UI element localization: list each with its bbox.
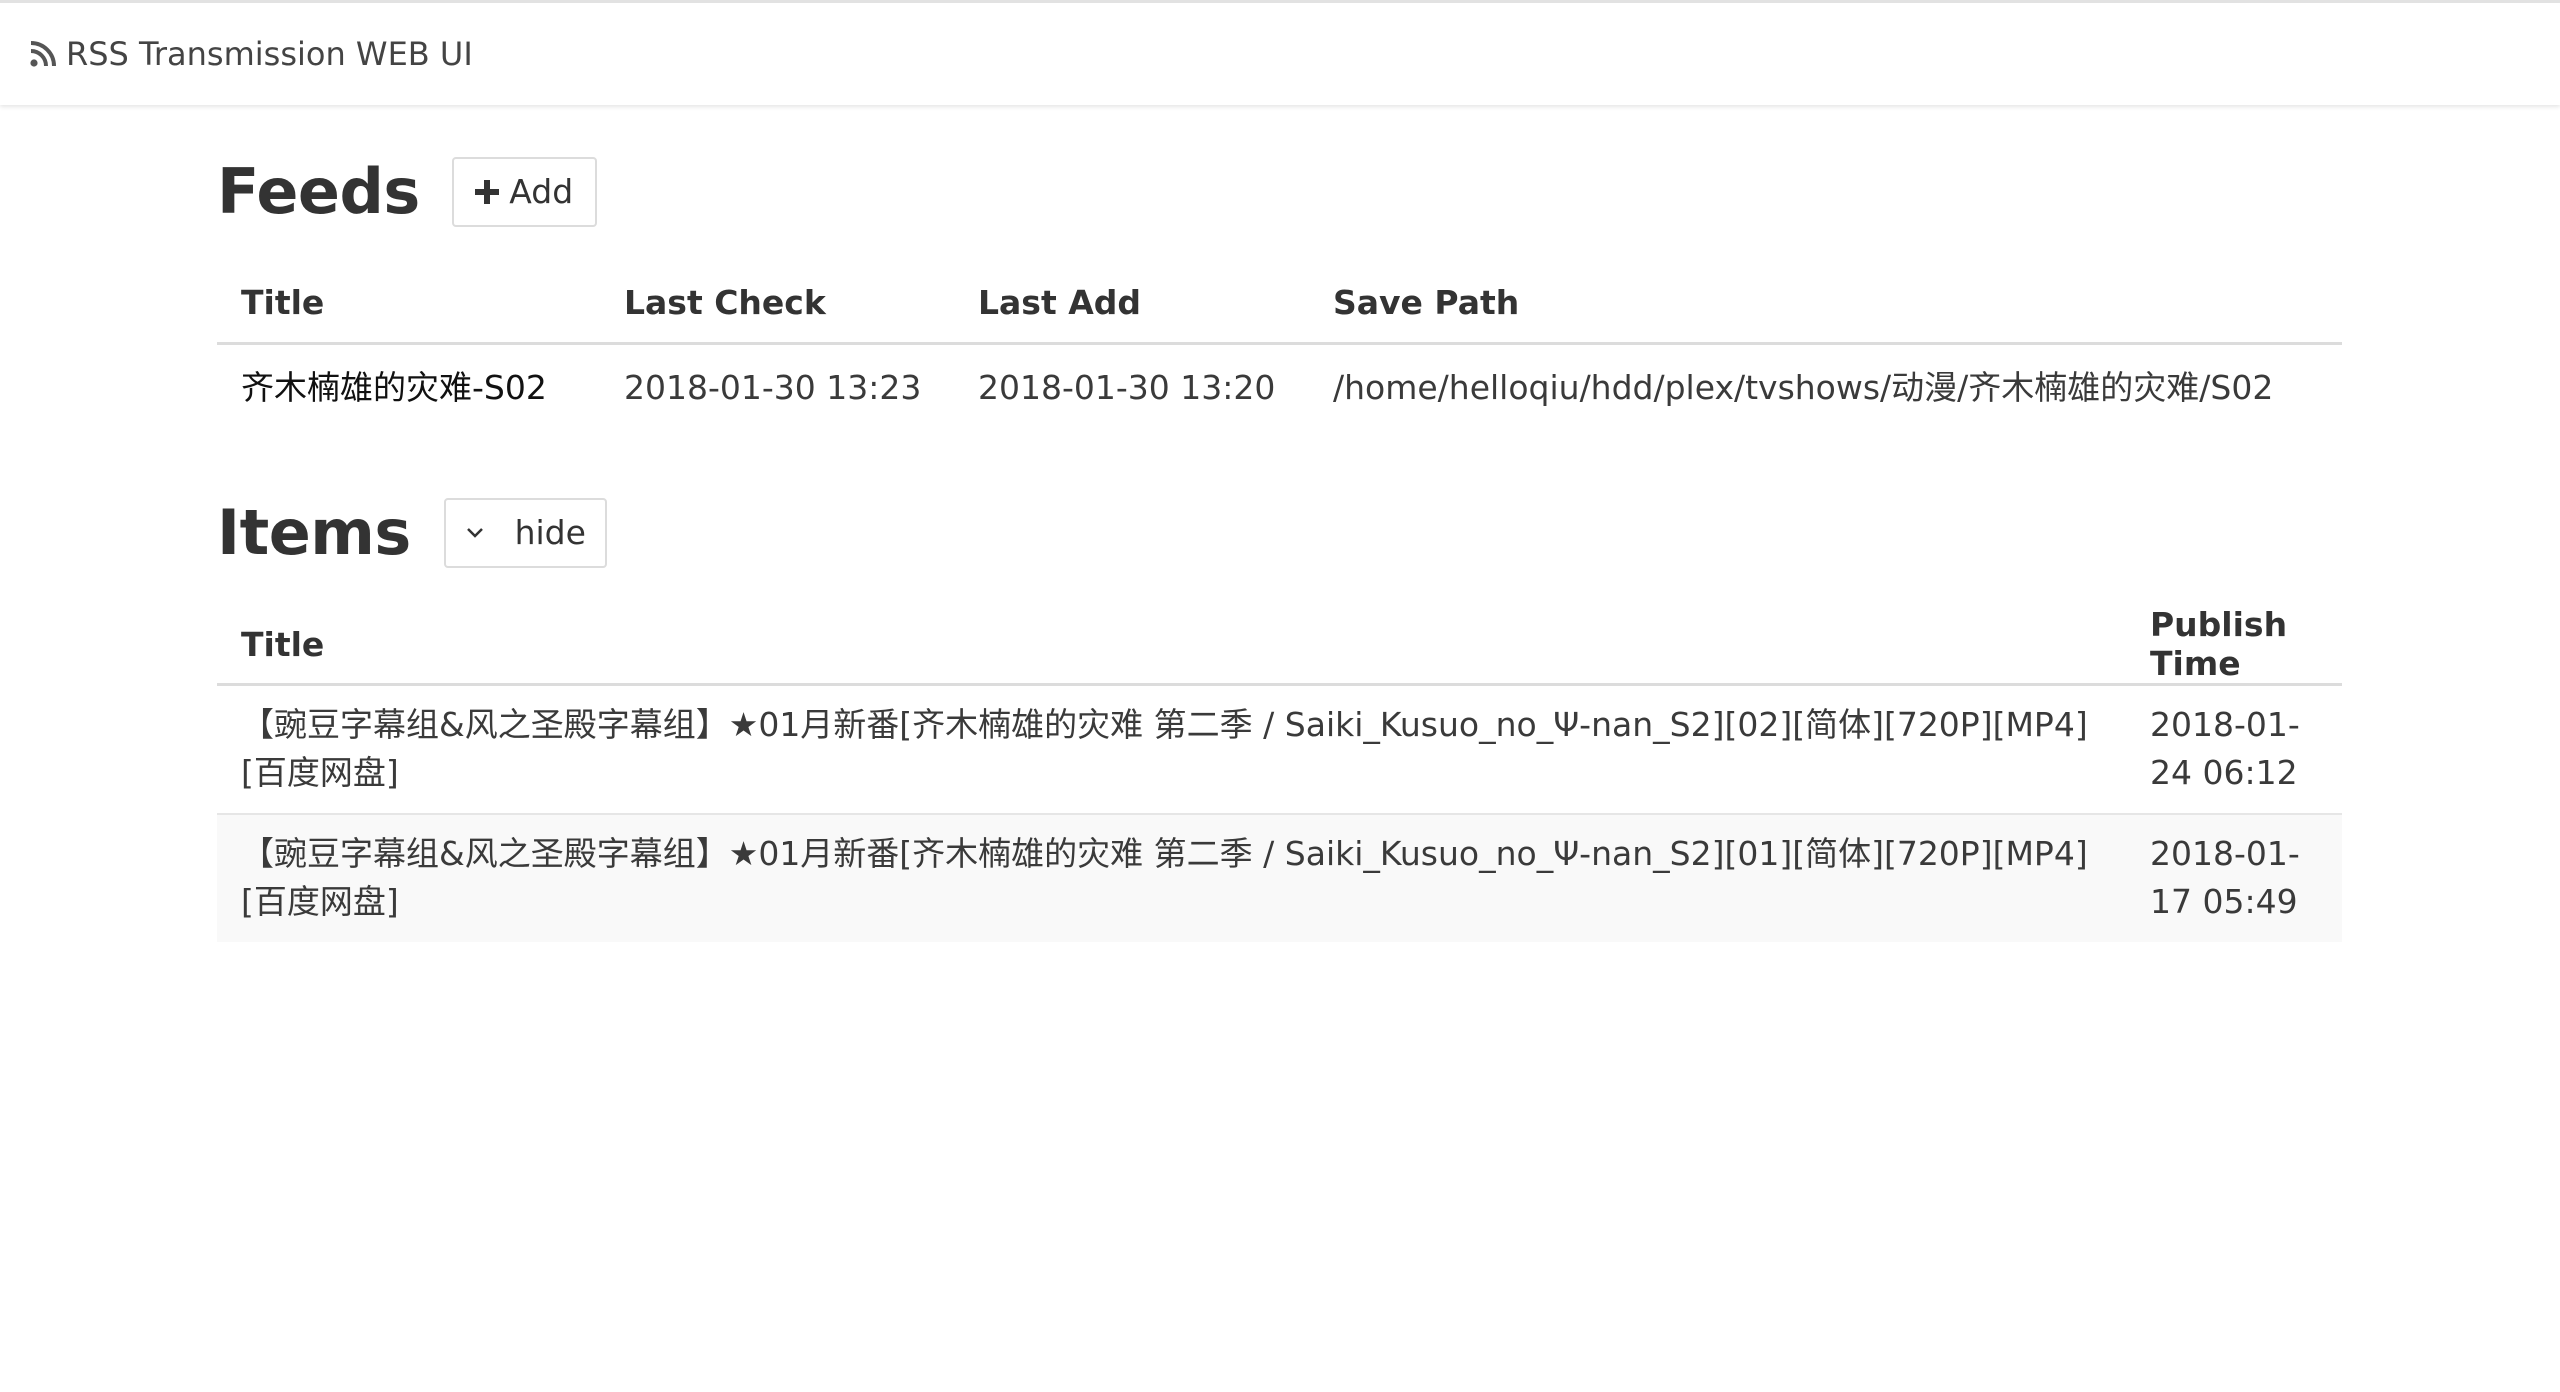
- table-row[interactable]: 【豌豆字幕组&风之圣殿字幕组】★01月新番[齐木楠雄的灾难 第二季 / Saik…: [217, 685, 2342, 815]
- column-header-last-add: Last Add: [954, 264, 1309, 345]
- items-header-row: Title Publish Time: [217, 605, 2342, 686]
- item-title: 【豌豆字幕组&风之圣殿字幕组】★01月新番[齐木楠雄的灾难 第二季 / Saik…: [217, 813, 2126, 942]
- plus-icon: [475, 179, 500, 204]
- rss-icon: [30, 41, 56, 67]
- main-content: Feeds Add Title Last Check Last Add Save…: [217, 105, 2342, 942]
- feed-save-path: /home/helloqiu/hdd/plex/tvshows/动漫/齐木楠雄的…: [1333, 367, 2274, 407]
- items-heading: Items: [217, 496, 411, 569]
- item-title: 【豌豆字幕组&风之圣殿字幕组】★01月新番[齐木楠雄的灾难 第二季 / Saik…: [241, 705, 2088, 792]
- add-feed-button[interactable]: Add: [451, 156, 597, 227]
- column-header-title: Title: [217, 605, 2126, 686]
- column-header-publish-time: Publish Time: [2126, 605, 2342, 686]
- top-navbar: RSS Transmission WEB UI: [0, 0, 2560, 105]
- items-table: Title Publish Time 【豌豆字幕组&风之圣殿字幕组】★01月新番…: [217, 605, 2342, 942]
- column-header-last-check: Last Check: [600, 264, 954, 345]
- column-header-title: Title: [217, 264, 600, 345]
- feeds-heading: Feeds: [217, 155, 420, 228]
- brand-text: RSS Transmission WEB UI: [66, 35, 473, 73]
- hide-items-button[interactable]: hide: [443, 497, 607, 568]
- chevron-down-icon: [466, 527, 483, 538]
- feed-title: 齐木楠雄的灾难-S02: [241, 367, 547, 407]
- column-header-save-path: Save Path: [1309, 264, 2342, 345]
- feeds-header: Feeds Add: [217, 155, 2342, 228]
- item-publish-time: 2018-01-17 05:49: [2126, 813, 2342, 942]
- feeds-header-row: Title Last Check Last Add Save Path: [217, 264, 2342, 345]
- feed-last-check: 2018-01-30 13:23: [624, 367, 922, 407]
- items-header: Items hide: [217, 496, 2342, 569]
- brand-link[interactable]: RSS Transmission WEB UI: [30, 34, 473, 74]
- add-button-label: Add: [509, 172, 574, 211]
- item-publish-time: 2018-01-24 06:12: [2150, 705, 2300, 792]
- table-row[interactable]: 齐木楠雄的灾难-S02 2018-01-30 13:23 2018-01-30 …: [217, 343, 2342, 429]
- feeds-table: Title Last Check Last Add Save Path 齐木楠雄…: [217, 264, 2342, 429]
- hide-button-label: hide: [514, 513, 586, 552]
- feed-last-add: 2018-01-30 13:20: [978, 367, 1276, 407]
- table-row[interactable]: 【豌豆字幕组&风之圣殿字幕组】★01月新番[齐木楠雄的灾难 第二季 / Saik…: [217, 813, 2342, 942]
